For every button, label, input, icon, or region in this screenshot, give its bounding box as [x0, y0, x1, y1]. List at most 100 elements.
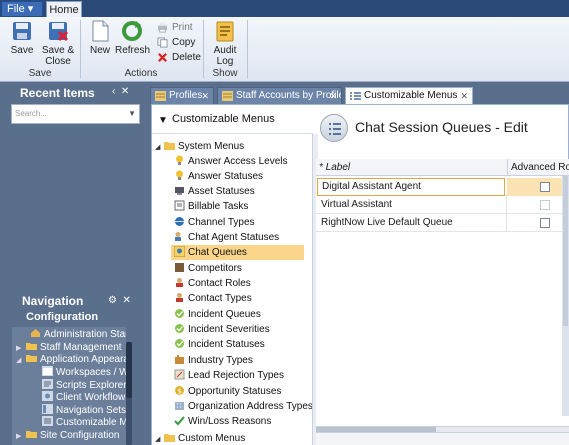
tree-header: ▼ Customizable Menus — [158, 111, 275, 127]
tree-item[interactable]: Win/Loss Reasons — [174, 414, 271, 429]
navigation-scrollbar-thumb[interactable] — [126, 342, 132, 398]
tree-item-label: Incident Queues — [188, 309, 261, 320]
tab-staff-accounts-by-profile[interactable]: Staff Accounts by Profile ✕ — [217, 87, 342, 104]
delete-label: Delete — [172, 52, 201, 63]
print-button[interactable]: Print — [156, 21, 193, 34]
ribbon-separator — [80, 20, 81, 78]
new-button[interactable]: New — [86, 19, 114, 56]
contact-icon — [176, 293, 183, 302]
grid-row[interactable]: Virtual Assistant — [316, 196, 569, 214]
tab-profiles[interactable]: Profiles ✕ — [150, 87, 214, 104]
delete-button[interactable]: Delete — [156, 51, 201, 64]
ribbon-tab-home[interactable]: Home — [46, 1, 82, 18]
recent-items-controls: ‹ ✕ — [112, 86, 142, 100]
tree-item[interactable]: Billable Tasks — [174, 199, 248, 214]
nav-item-workspaces[interactable]: Workspaces / Wor — [42, 366, 126, 379]
label-cell[interactable]: RightNow Live Default Queue — [321, 217, 453, 228]
lightbulb-icon — [176, 155, 183, 165]
print-icon — [157, 22, 168, 33]
tree-item[interactable]: Chat Agent Statuses — [174, 230, 279, 245]
nav-item-label: Administration Start P — [44, 329, 126, 340]
nav-item-application-appearance[interactable]: ◢ Application Appearan — [16, 353, 126, 366]
copy-button[interactable]: Copy — [156, 36, 195, 49]
group-label-show: Show — [212, 68, 238, 79]
tree-item[interactable]: Incident Queues — [174, 307, 261, 322]
editor-title: Chat Session Queues - Edit — [355, 119, 528, 135]
tree-item-label: Incident Statuses — [188, 339, 265, 350]
recent-search-input[interactable]: Search... ▼ — [11, 104, 140, 124]
advanced-routing-checkbox[interactable] — [540, 182, 550, 192]
organization-icon — [175, 402, 184, 410]
tree-item-label: Competitors — [188, 263, 242, 274]
label-cell[interactable]: Virtual Assistant — [321, 199, 392, 210]
tree-item-selected[interactable]: Chat Queues — [174, 245, 247, 260]
tree-item[interactable]: Competitors — [174, 261, 242, 276]
close-icon[interactable]: ✕ — [201, 88, 209, 104]
tree-item[interactable]: Answer Statuses — [174, 169, 263, 184]
close-icon[interactable]: ✕ — [121, 86, 129, 97]
nav-item-administration-start[interactable]: Administration Start P — [30, 328, 126, 341]
audit-log-button[interactable]: Audit Log — [208, 19, 242, 67]
lead-icon — [174, 369, 185, 380]
collapse-arrow-icon[interactable]: ◢ — [16, 354, 26, 367]
tree-item-label: Opportunity Statuses — [188, 386, 282, 397]
tree-item-label: Answer Statuses — [188, 171, 264, 182]
list-icon — [329, 123, 341, 135]
nav-item-client-workflow[interactable]: Client Workflow Ir — [42, 391, 126, 404]
collapse-icon[interactable]: ‹ — [112, 86, 115, 97]
tree-item[interactable]: Channel Types — [174, 215, 255, 230]
column-header-label[interactable]: * Label — [319, 160, 350, 175]
grid-row[interactable]: RightNow Live Default Queue — [316, 214, 569, 232]
tree-item[interactable]: Asset Statuses — [174, 184, 255, 199]
advanced-routing-checkbox[interactable] — [540, 200, 550, 210]
grid-row[interactable]: Digital Assistant Agent — [316, 178, 569, 196]
new-document-icon — [92, 20, 109, 42]
tree-item[interactable]: $ Opportunity Statuses — [174, 384, 281, 399]
tree-item[interactable]: Organization Address Types — [174, 399, 313, 414]
grid-vertical-scrollbar-thumb[interactable] — [563, 176, 568, 326]
tree-item[interactable]: Incident Statuses — [174, 337, 265, 352]
tree-item[interactable]: Incident Severities — [174, 322, 270, 337]
nav-item-customizable-menus[interactable]: Customizable Mer — [42, 416, 126, 429]
tree-item-label: Incident Severities — [188, 324, 270, 335]
script-icon — [42, 379, 53, 389]
tree-item-label: Organization Address Types — [188, 401, 313, 412]
collapse-arrow-icon[interactable]: ◢ — [155, 140, 164, 155]
label-cell-input[interactable]: Digital Assistant Agent — [317, 178, 505, 196]
file-menu-button[interactable]: File ▾ — [1, 1, 43, 17]
chevron-down-icon[interactable]: ▼ — [128, 105, 136, 123]
expand-arrow-icon[interactable]: ▶ — [16, 430, 26, 443]
delete-icon — [158, 53, 167, 62]
close-icon[interactable]: ✕ — [460, 88, 468, 104]
tree-item[interactable]: Contact Roles — [174, 276, 251, 291]
tree-node-system-menus[interactable]: ◢ System Menus — [155, 139, 244, 154]
tree-node-custom-menus[interactable]: ◢ Custom Menus — [155, 431, 245, 445]
tree-item-label: Answer Access Levels — [188, 156, 288, 167]
tree-item[interactable]: Answer Access Levels — [174, 154, 288, 169]
ribbon-separator — [203, 20, 204, 78]
nav-item-label: Client Workflow Ir — [56, 392, 126, 403]
tree-item[interactable]: Contact Types — [174, 291, 252, 306]
nav-item-label: Staff Management — [40, 342, 122, 353]
chat-queue-icon — [174, 246, 185, 257]
advanced-routing-checkbox[interactable] — [540, 218, 550, 228]
save-and-close-button[interactable]: Save & Close — [40, 19, 76, 67]
tab-label: Staff Accounts by Profile — [236, 90, 342, 101]
nav-item-label: Workspaces / Wor — [56, 367, 126, 378]
collapse-arrow-icon[interactable]: ◢ — [155, 432, 164, 445]
refresh-button[interactable]: Refresh — [115, 19, 150, 56]
column-header-advanced-routing[interactable]: Advanced Ro — [507, 159, 569, 176]
save-button[interactable]: Save — [4, 19, 40, 56]
gear-icon[interactable]: ⚙ — [108, 295, 117, 306]
tree-item[interactable]: Lead Rejection Types — [174, 368, 284, 383]
competitors-icon — [175, 263, 184, 272]
tab-customizable-menus[interactable]: Customizable Menus ✕ — [345, 87, 473, 105]
close-icon[interactable]: ✕ — [329, 88, 337, 104]
industry-icon — [175, 355, 184, 364]
nav-item-site-configuration[interactable]: ▶ Site Configuration — [16, 429, 120, 442]
nav-item-label: Navigation Sets — [56, 405, 126, 416]
menu-list-icon — [42, 416, 53, 426]
tree-item[interactable]: Industry Types — [174, 353, 253, 368]
close-icon[interactable]: ✕ — [123, 295, 131, 306]
incident-icon — [175, 309, 184, 318]
